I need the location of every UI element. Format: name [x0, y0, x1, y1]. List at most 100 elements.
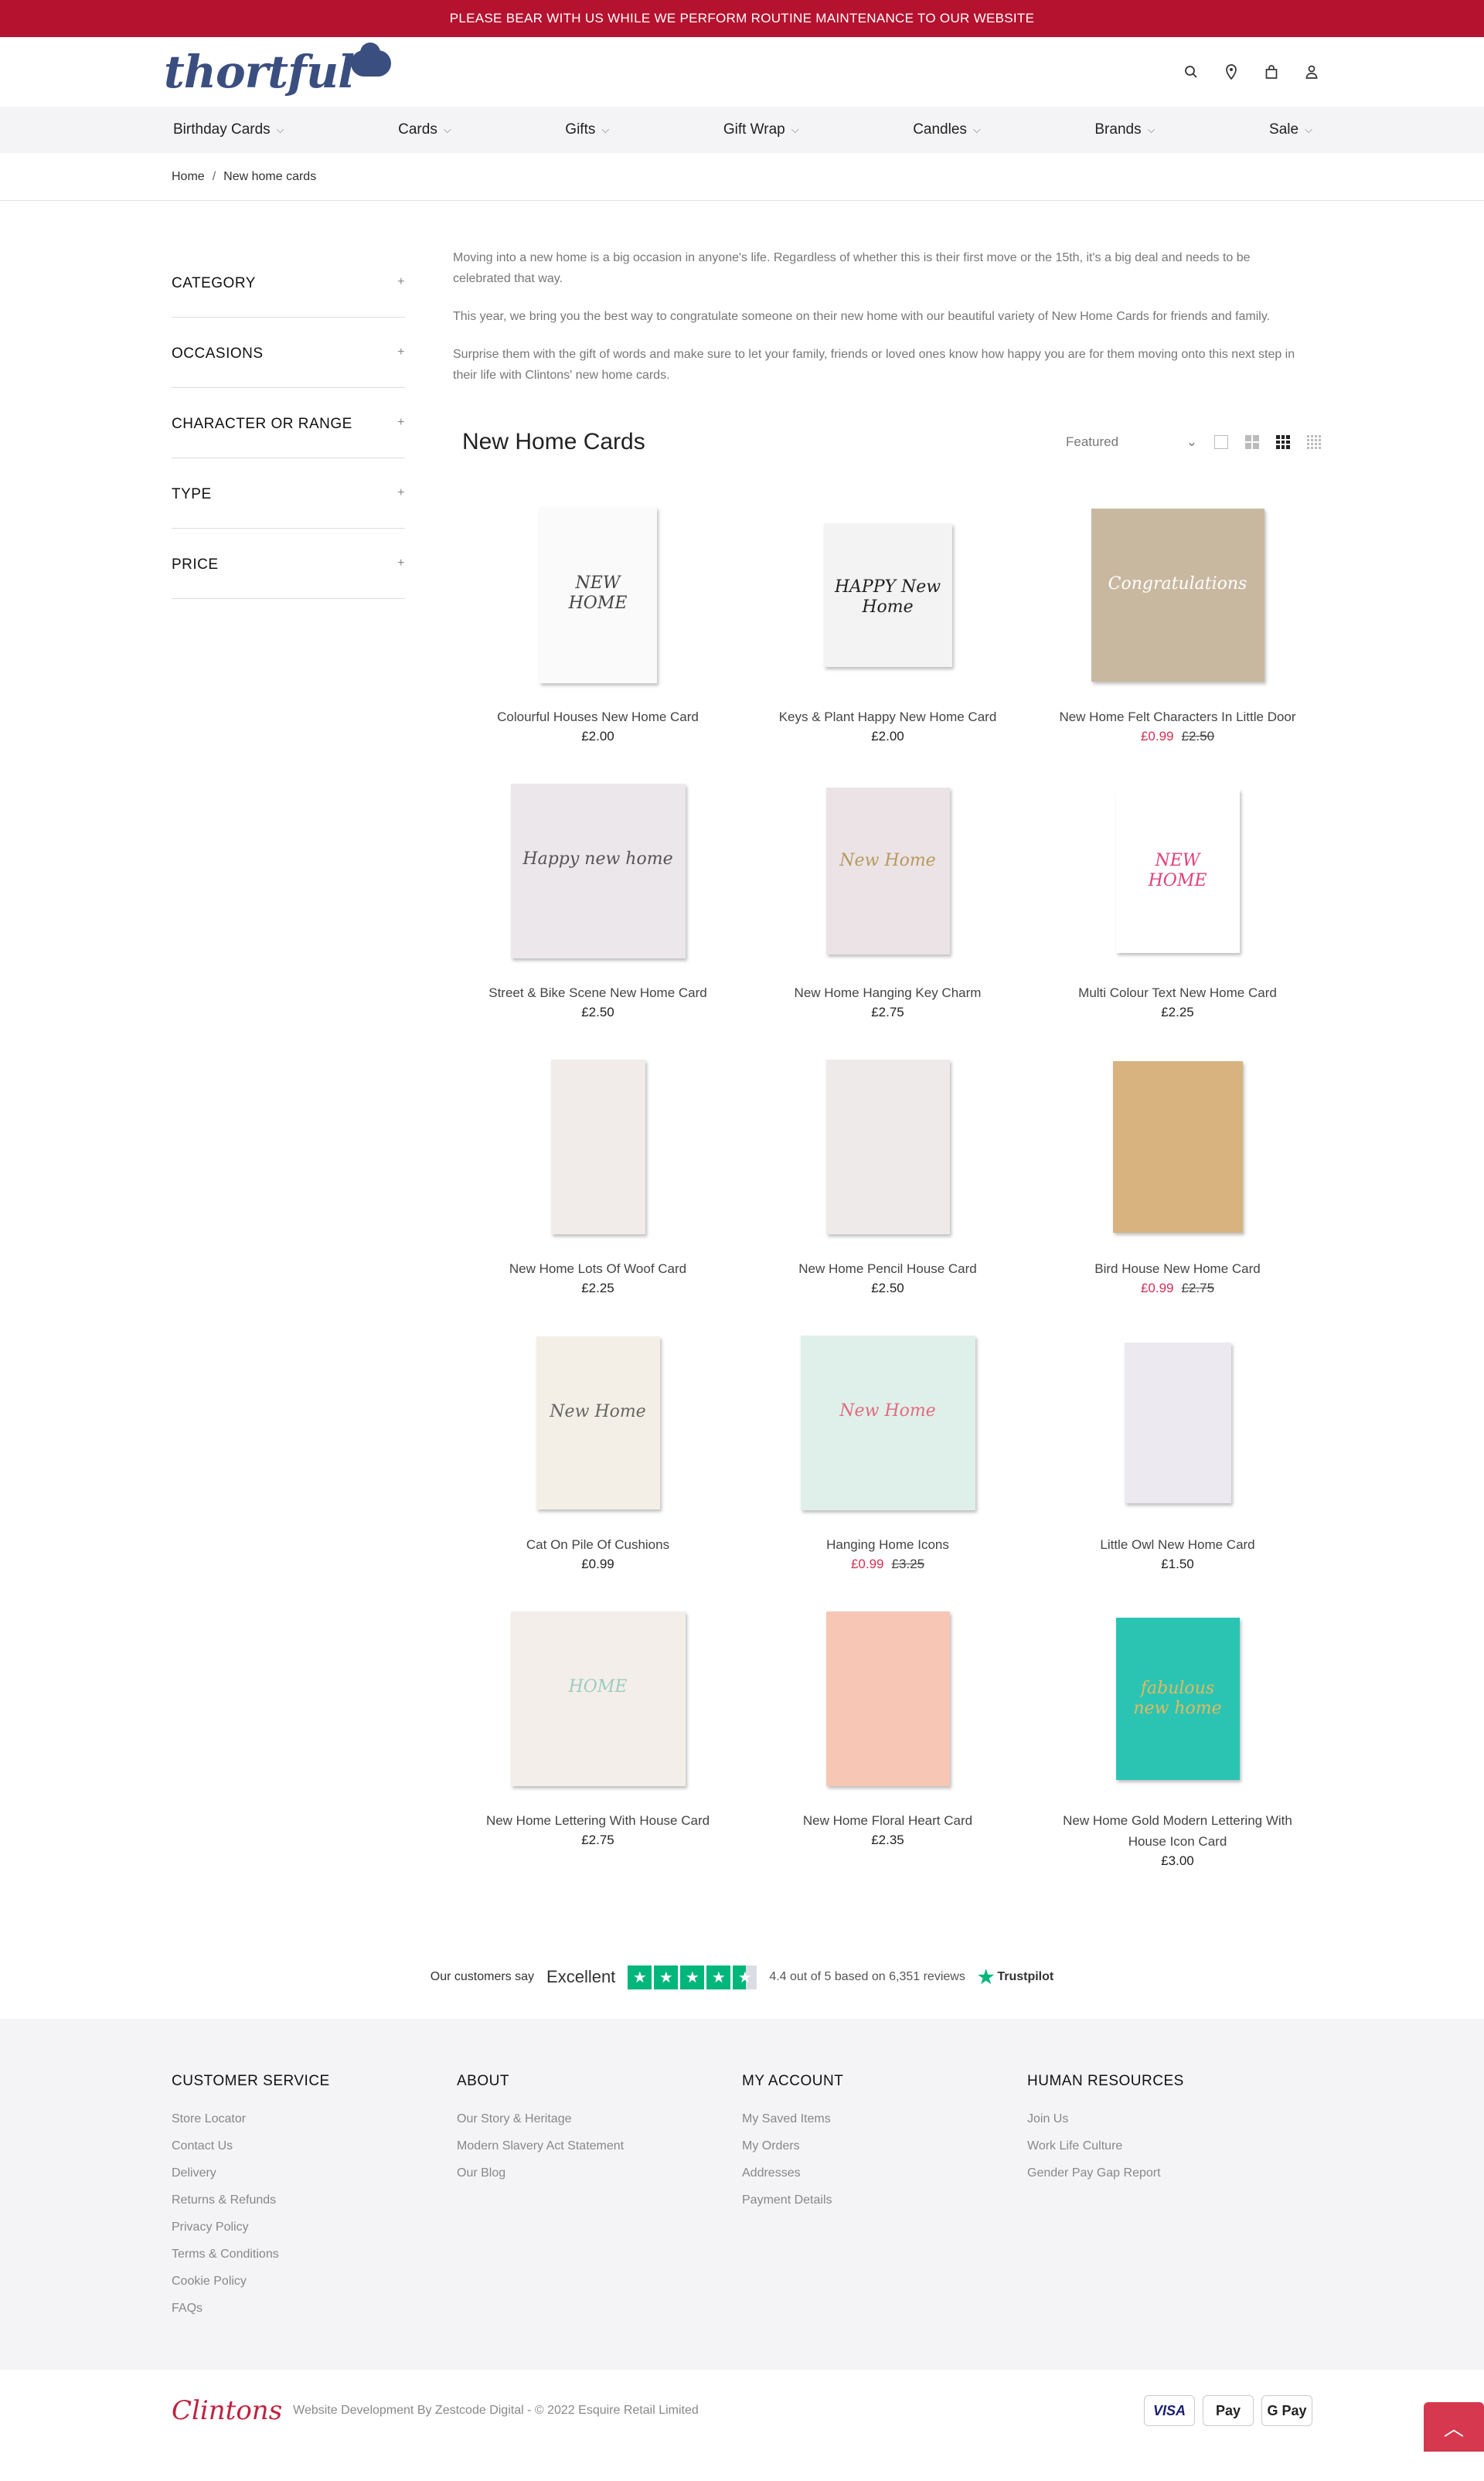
nav-cards[interactable]: Cards ⌵: [398, 121, 451, 138]
footer-link[interactable]: Work Life Culture: [1027, 2132, 1312, 2159]
user-icon[interactable]: [1303, 63, 1320, 80]
product-image-wrap[interactable]: HOME: [453, 1604, 743, 1793]
product-card[interactable]: Congratulations New Home Felt Characters …: [1033, 500, 1322, 776]
back-to-top-button[interactable]: ︿: [1424, 2402, 1484, 2452]
grid-1-icon[interactable]: [1214, 435, 1228, 449]
product-name[interactable]: New Home Hanging Key Charm: [743, 982, 1033, 1003]
product-name[interactable]: Hanging Home Icons: [743, 1534, 1033, 1555]
product-image-wrap[interactable]: New Home: [743, 776, 1033, 965]
footer-legal: Clintons Website Development By Zestcode…: [172, 2395, 699, 2426]
footer-link[interactable]: Cookie Policy: [172, 2268, 457, 2295]
site-logo[interactable]: thortful: [164, 43, 392, 98]
bag-icon[interactable]: [1263, 63, 1280, 80]
trustpilot-widget[interactable]: Our customers say Excellent ★ ★ ★ ★ ★ 4.4 ou…: [0, 1954, 1484, 2000]
nav-brands[interactable]: Brands ⌵: [1094, 121, 1155, 138]
grid-4-icon[interactable]: [1307, 435, 1321, 449]
trustpilot-prefix: Our customers say: [430, 1970, 535, 1983]
footer-link[interactable]: Privacy Policy: [172, 2214, 457, 2241]
product-image-wrap[interactable]: [1033, 1052, 1322, 1241]
product-name[interactable]: New Home Pencil House Card: [743, 1258, 1033, 1279]
product-card[interactable]: New Home Pencil House Card £2.50: [743, 1052, 1033, 1328]
grid-2-icon[interactable]: [1245, 435, 1259, 449]
product-image-wrap[interactable]: [1033, 1328, 1322, 1517]
product-image-wrap[interactable]: New Home: [743, 1328, 1033, 1517]
product-image-wrap[interactable]: Congratulations: [1033, 500, 1322, 689]
star-icon: ★: [680, 1965, 705, 1989]
product-card[interactable]: Happy new home Street & Bike Scene New Ho…: [453, 776, 743, 1052]
nav-gifts[interactable]: Gifts ⌵: [565, 121, 609, 138]
footer-link[interactable]: Our Story & Heritage: [457, 2105, 742, 2132]
footer-link[interactable]: FAQs: [172, 2295, 457, 2322]
footer-link[interactable]: Payment Details: [742, 2187, 1027, 2214]
product-image-wrap[interactable]: New Home: [453, 1328, 743, 1517]
product-image-wrap[interactable]: NEW HOME: [1033, 776, 1322, 965]
product-current-price: £2.75: [871, 1005, 904, 1019]
footer-link[interactable]: Addresses: [742, 2159, 1027, 2187]
product-price: £0.99 £2.75: [1033, 1279, 1322, 1298]
footer-link[interactable]: Join Us: [1027, 2105, 1312, 2132]
filter-type[interactable]: TYPE +: [172, 458, 405, 529]
product-card[interactable]: fabulous new home New Home Gold Modern Le…: [1033, 1604, 1322, 1880]
product-card[interactable]: New Home Floral Heart Card £2.35: [743, 1604, 1033, 1880]
product-old-price: £2.50: [1181, 729, 1215, 744]
product-card[interactable]: New Home Cat On Pile Of Cushions £0.99: [453, 1328, 743, 1604]
nav-candles[interactable]: Candles ⌵: [913, 121, 981, 138]
footer-link[interactable]: Terms & Conditions: [172, 2241, 457, 2268]
breadcrumb-home[interactable]: Home: [172, 170, 205, 184]
product-name[interactable]: New Home Lettering With House Card: [453, 1810, 743, 1831]
filter-category[interactable]: CATEGORY +: [172, 247, 405, 318]
product-name[interactable]: New Home Felt Characters In Little Door: [1033, 706, 1322, 727]
filter-occasions[interactable]: OCCASIONS +: [172, 318, 405, 388]
product-image-wrap[interactable]: [743, 1604, 1033, 1793]
product-name[interactable]: Multi Colour Text New Home Card: [1033, 982, 1322, 1003]
footer-link[interactable]: My Orders: [742, 2132, 1027, 2159]
apple-pay-icon: Pay: [1203, 2395, 1254, 2426]
product-name[interactable]: New Home Gold Modern Lettering With Hous…: [1033, 1810, 1322, 1852]
product-card[interactable]: New Home New Home Hanging Key Charm £2.75: [743, 776, 1033, 1052]
breadcrumb-current: New home cards: [223, 169, 317, 183]
nav-gift-wrap[interactable]: Gift Wrap ⌵: [723, 121, 799, 138]
product-name[interactable]: Keys & Plant Happy New Home Card: [743, 706, 1033, 727]
footer-link[interactable]: Modern Slavery Act Statement: [457, 2132, 742, 2159]
footer-link[interactable]: Our Blog: [457, 2159, 742, 2187]
footer-link[interactable]: Contact Us: [172, 2132, 457, 2159]
product-name[interactable]: Bird House New Home Card: [1033, 1258, 1322, 1279]
footer-link[interactable]: Returns & Refunds: [172, 2187, 457, 2214]
product-name[interactable]: New Home Lots Of Woof Card: [453, 1258, 743, 1279]
product-card[interactable]: HOME New Home Lettering With House Card £2…: [453, 1604, 743, 1880]
product-card[interactable]: Little Owl New Home Card £1.50: [1033, 1328, 1322, 1604]
filter-price[interactable]: PRICE +: [172, 529, 405, 599]
sort-select[interactable]: Featured ⌄: [1066, 434, 1197, 450]
product-image-wrap[interactable]: [743, 1052, 1033, 1241]
nav-sale[interactable]: Sale ⌵: [1269, 121, 1312, 138]
grid-3-icon[interactable]: [1276, 435, 1290, 449]
footer-link[interactable]: Store Locator: [172, 2105, 457, 2132]
product-card[interactable]: NEW HOME Multi Colour Text New Home Card £…: [1033, 776, 1322, 1052]
product-card[interactable]: NEW HOME Colourful Houses New Home Card £2…: [453, 500, 743, 776]
product-name[interactable]: New Home Floral Heart Card: [743, 1810, 1033, 1831]
search-icon[interactable]: [1183, 63, 1200, 80]
footer-link[interactable]: Gender Pay Gap Report: [1027, 2159, 1312, 2187]
product-name[interactable]: Little Owl New Home Card: [1033, 1534, 1322, 1555]
intro-paragraph: This year, we bring you the best way to …: [453, 310, 1271, 323]
product-image-wrap[interactable]: HAPPY New Home: [743, 500, 1033, 689]
product-card[interactable]: New Home Lots Of Woof Card £2.25: [453, 1052, 743, 1328]
product-name[interactable]: Cat On Pile Of Cushions: [453, 1534, 743, 1555]
product-card[interactable]: Bird House New Home Card £0.99 £2.75: [1033, 1052, 1322, 1328]
product-card[interactable]: New Home Hanging Home Icons £0.99 £3.25: [743, 1328, 1033, 1604]
product-image-wrap[interactable]: [453, 1052, 743, 1241]
nav-birthday-cards[interactable]: Birthday Cards ⌵: [173, 121, 284, 138]
product-name[interactable]: Colourful Houses New Home Card: [453, 706, 743, 727]
product-name[interactable]: Street & Bike Scene New Home Card: [453, 982, 743, 1003]
footer-link[interactable]: My Saved Items: [742, 2105, 1027, 2132]
chevron-down-icon: ⌵: [601, 124, 610, 135]
payment-methods: VISA Pay G Pay: [1144, 2395, 1312, 2426]
product-card[interactable]: HAPPY New Home Keys & Plant Happy New Hom…: [743, 500, 1033, 776]
location-pin-icon[interactable]: [1223, 63, 1240, 80]
product-image-wrap[interactable]: NEW HOME: [453, 500, 743, 689]
product-price: £2.25: [1033, 1003, 1322, 1022]
product-image-wrap[interactable]: Happy new home: [453, 776, 743, 965]
footer-link[interactable]: Delivery: [172, 2159, 457, 2187]
product-image-wrap[interactable]: fabulous new home: [1033, 1604, 1322, 1793]
filter-character-or-range[interactable]: CHARACTER OR RANGE +: [172, 388, 405, 458]
